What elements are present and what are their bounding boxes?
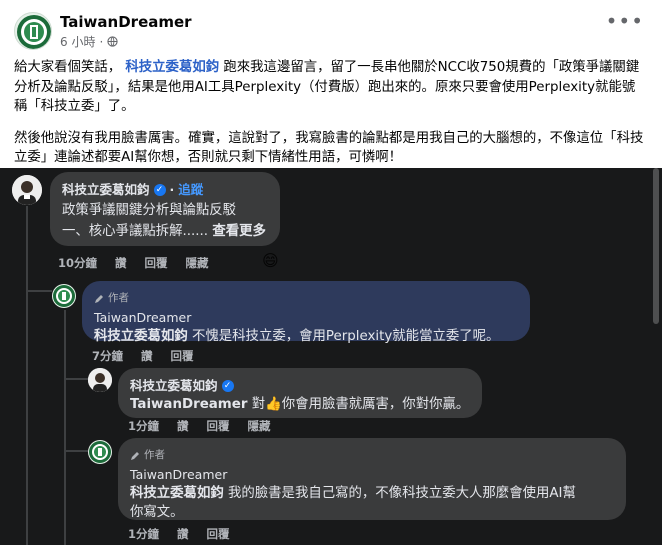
- see-more-link[interactable]: 查看更多: [212, 224, 266, 239]
- author-avatar-small[interactable]: [52, 284, 76, 308]
- post-time[interactable]: 6 小時: [60, 33, 95, 50]
- follow-button[interactable]: 追蹤: [178, 180, 203, 199]
- emblem-icon: [17, 15, 51, 49]
- mention-tag[interactable]: TaiwanDreamer: [130, 397, 247, 412]
- comment-body: 不愧是科技立委，會用Perplexity就能當立委了呢。: [192, 329, 500, 344]
- comment-text-preview: 一、核心爭議點拆解......: [62, 224, 209, 239]
- like-button[interactable]: 讚: [177, 418, 189, 434]
- like-button[interactable]: 讚: [115, 255, 127, 271]
- comment-time[interactable]: 10分鐘: [58, 255, 97, 271]
- comment-body: 我的臉書是我自己寫的，不像科技立委大人那麼會使用AI幫: [228, 486, 576, 501]
- comment-body: 對: [251, 397, 266, 412]
- commenter-name[interactable]: 科技立委葛如鈞: [62, 180, 150, 199]
- emblem-icon: [89, 441, 111, 463]
- author-tag: 作者: [130, 446, 614, 465]
- comment-text: TaiwanDreamer 對👍你會用臉書就厲害，你對你贏。: [130, 395, 470, 414]
- thread-line: [64, 450, 88, 452]
- comment-actions: 1分鐘 讚 回覆 隱藏: [128, 418, 271, 434]
- reply-button[interactable]: 回覆: [207, 526, 230, 542]
- comment-text: 政策爭議關鍵分析與論點反駁: [62, 203, 237, 218]
- mention-link[interactable]: 科技立委葛如鈞: [125, 60, 219, 75]
- author-avatar[interactable]: [14, 12, 52, 50]
- post-paragraph-2: 然後他說沒有我用臉書厲害。確實，這說對了，我寫臉書的論點都是用我自己的大腦想的，…: [14, 130, 644, 166]
- comment-body: 你會用臉書就厲害，你對你贏。: [281, 397, 470, 412]
- comment-time[interactable]: 7分鐘: [92, 348, 123, 364]
- scrollbar[interactable]: [653, 168, 659, 324]
- comment-text: 一、核心爭議點拆解...... 查看更多: [62, 222, 268, 241]
- mention-tag[interactable]: 科技立委葛如鈞: [94, 329, 188, 344]
- reply-button[interactable]: 回覆: [171, 348, 194, 364]
- comment-bubble: 作者 TaiwanDreamer 科技立委葛如鈞 我的臉書是我自己寫的，不像科技…: [118, 438, 626, 520]
- thread-line: [64, 378, 88, 380]
- commenter-avatar[interactable]: [88, 368, 112, 392]
- author-tag-label: 作者: [144, 449, 165, 461]
- comment-bubble: 科技立委葛如鈞 ✓ TaiwanDreamer 對👍你會用臉書就厲害，你對你贏。: [118, 368, 482, 418]
- emblem-icon: [53, 285, 75, 307]
- commenter-name[interactable]: TaiwanDreamer: [130, 465, 614, 484]
- post-text: 給大家看個笑話，: [14, 60, 122, 75]
- pencil-icon: [95, 294, 103, 303]
- reply-button[interactable]: 回覆: [145, 255, 168, 271]
- thread-line: [64, 310, 66, 545]
- more-options-button[interactable]: •••: [606, 11, 644, 31]
- comment-actions: 1分鐘 讚 回覆: [128, 526, 230, 542]
- comment-time[interactable]: 1分鐘: [128, 526, 159, 542]
- comment-text: 你寫文。: [130, 505, 184, 520]
- author-tag: 作者: [94, 289, 518, 308]
- thumbs-up-icon: 👍: [265, 397, 282, 412]
- person-avatar-icon: [12, 175, 42, 205]
- person-avatar-icon: [88, 368, 112, 392]
- hide-button[interactable]: 隱藏: [186, 255, 209, 271]
- thread-line: [26, 206, 28, 545]
- author-tag-label: 作者: [108, 292, 129, 304]
- post-meta: 6 小時 ·: [60, 33, 118, 50]
- commenter-name-row: 科技立委葛如鈞 ✓ · 追蹤: [62, 180, 268, 199]
- commenter-avatar[interactable]: [12, 175, 42, 205]
- hide-button[interactable]: 隱藏: [248, 418, 271, 434]
- like-button[interactable]: 讚: [141, 348, 153, 364]
- thread-line: [26, 290, 52, 292]
- commenter-name[interactable]: 科技立委葛如鈞: [130, 376, 218, 395]
- commenter-name-row: 科技立委葛如鈞 ✓: [130, 376, 470, 395]
- post-header: TaiwanDreamer 6 小時 · •••: [0, 0, 662, 56]
- globe-icon: [107, 36, 118, 47]
- comment-bubble: 科技立委葛如鈞 ✓ · 追蹤 政策爭議關鍵分析與論點反駁 一、核心爭議點拆解..…: [50, 172, 280, 246]
- comment-actions: 7分鐘 讚 回覆: [92, 348, 194, 364]
- mention-tag[interactable]: 科技立委葛如鈞: [130, 486, 224, 501]
- comment-text: 科技立委葛如鈞 我的臉書是我自己寫的，不像科技立委大人那麼會使用AI幫: [130, 484, 614, 503]
- comment-actions: 10分鐘 讚 回覆 隱藏: [58, 255, 209, 271]
- author-avatar-small[interactable]: [88, 440, 112, 464]
- dot-separator: ·: [99, 34, 104, 49]
- comment-text: 科技立委葛如鈞 不愧是科技立委，會用Perplexity就能當立委了呢。: [94, 327, 518, 346]
- verified-badge-icon: ✓: [221, 379, 234, 392]
- reaction-emoji-icon[interactable]: 😄: [262, 251, 279, 270]
- like-button[interactable]: 讚: [177, 526, 189, 542]
- post-body: 給大家看個笑話， 科技立委葛如鈞 跑來我這邊留言，留了一長串他關於NCC收750…: [14, 58, 644, 180]
- post-paragraph-1: 給大家看個笑話， 科技立委葛如鈞 跑來我這邊留言，留了一長串他關於NCC收750…: [14, 58, 644, 117]
- reply-button[interactable]: 回覆: [207, 418, 230, 434]
- commenter-name[interactable]: TaiwanDreamer: [94, 308, 518, 327]
- verified-badge-icon: ✓: [153, 183, 166, 196]
- dot-separator: ·: [169, 182, 175, 197]
- comment-time[interactable]: 1分鐘: [128, 418, 159, 434]
- pencil-icon: [131, 451, 139, 460]
- post-author-name[interactable]: TaiwanDreamer: [60, 13, 192, 31]
- comment-bubble: 作者 TaiwanDreamer 科技立委葛如鈞 不愧是科技立委，會用Perpl…: [82, 281, 530, 344]
